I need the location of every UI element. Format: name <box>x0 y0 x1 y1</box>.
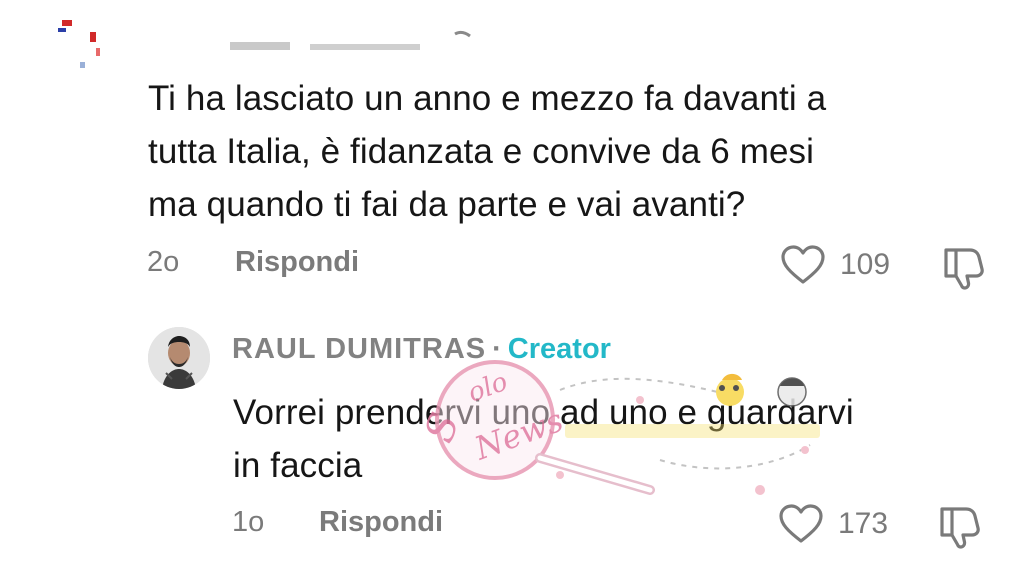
thumbs-down-outline-icon[interactable] <box>940 244 986 290</box>
reply-button[interactable]: Rispondi <box>235 246 359 279</box>
author-name[interactable]: RAUL DUMITRAS <box>232 333 486 366</box>
cropped-previous-header <box>0 0 1024 70</box>
reply-button[interactable]: Rispondi <box>319 506 443 539</box>
comment-line: tutta Italia, è fidanzata e convive da 6… <box>148 132 814 171</box>
comment-line: Vorrei prendervi uno ad uno e guardarvi <box>233 393 854 432</box>
avatar-image <box>148 327 210 389</box>
like-count: 173 <box>838 507 889 540</box>
comment-line: Ti ha lasciato un anno e mezzo fa davant… <box>148 79 827 118</box>
separator-dot: · <box>492 333 502 365</box>
like-button[interactable]: 173 <box>778 503 888 545</box>
like-count: 109 <box>840 248 891 281</box>
thumbs-down-outline-icon[interactable] <box>936 503 982 549</box>
like-button[interactable]: 109 <box>780 244 890 286</box>
comment-line: in faccia <box>233 446 363 485</box>
cropped-avatar-fragment <box>58 20 100 68</box>
heart-outline-icon[interactable] <box>778 503 824 545</box>
comment-author-line: RAUL DUMITRAS · Creator <box>232 333 611 366</box>
comment-timestamp: 1o <box>232 506 265 538</box>
cropped-username-fragment <box>230 30 471 50</box>
comment-line: ma quando ti fai da parte e vai avanti? <box>148 185 746 224</box>
reply-text: Vorrei prendervi uno ad uno e guardarvi … <box>233 386 854 492</box>
heart-outline-icon[interactable] <box>780 244 826 286</box>
comment-text: Ti ha lasciato un anno e mezzo fa davant… <box>148 72 826 231</box>
comment-timestamp: 2o <box>147 246 180 278</box>
creator-badge: Creator <box>507 333 611 365</box>
avatar[interactable] <box>148 327 210 389</box>
